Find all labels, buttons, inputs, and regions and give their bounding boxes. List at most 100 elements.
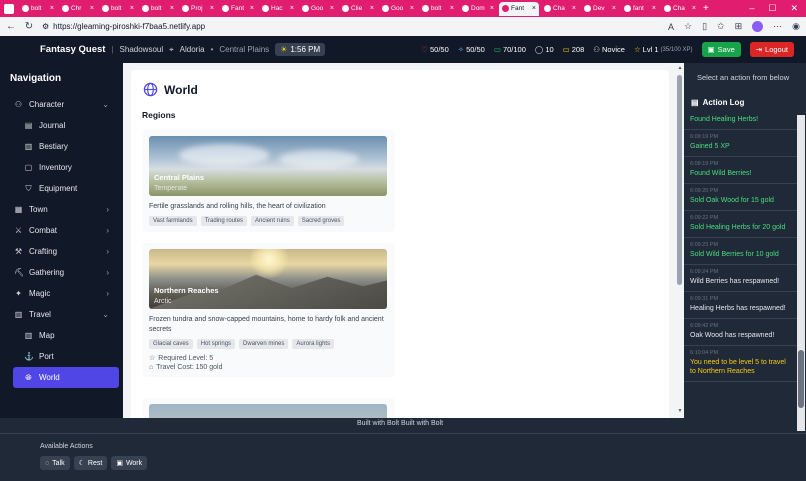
favorites-icon[interactable]: ✩ [717,21,725,32]
main-scrollbar[interactable]: ▲ ▼ [676,63,684,418]
scrollbar-thumb[interactable] [677,75,682,285]
tab-close-icon[interactable]: × [290,5,294,12]
navigation-sidebar: Navigation ⚇ Character ⌄ ▤ Journal ▥ Bes… [0,63,123,418]
browser-tab[interactable]: Proj × [179,2,217,16]
chevron-right-icon: › [106,247,109,256]
sidebar-item-magic[interactable]: ✦ Magic › [4,283,119,304]
browser-tab[interactable]: bolt × [19,2,57,16]
tab-close-icon[interactable]: × [572,5,576,12]
browser-tab[interactable]: Hac × [259,2,297,16]
minimize-icon[interactable]: – [749,3,754,14]
region-card-central-plains[interactable]: Central Plains Temperate Fertile grassla… [143,130,395,232]
sidebar-item-town[interactable]: ▦ Town › [4,199,119,220]
location-dot: • [210,45,214,54]
logout-button[interactable]: ⇥ Logout [749,42,794,57]
time-pill: ☀ 1:56 PM [275,43,326,56]
browser-tab[interactable]: Chr × [59,2,97,16]
reload-icon[interactable]: ↻ [24,21,34,32]
browser-tab[interactable]: fant × [621,2,659,16]
favorite-star-icon[interactable]: ☆ [684,21,692,32]
sidebar-item-journal[interactable]: ▤ Journal [4,115,119,136]
tab-label: bolt [151,5,162,12]
action-log-list[interactable]: Found Healing Herbs! 6:09:19 PM Gained 5 X… [684,113,798,431]
tab-close-icon[interactable]: × [90,5,94,12]
back-icon[interactable]: ← [6,21,16,32]
browser-tab[interactable]: Fant × [499,1,539,16]
log-time: 6:09:20 PM [690,188,719,194]
sidebar-item-crafting[interactable]: ⚒ Crafting › [4,241,119,262]
browser-tab-bar: bolt × Chr × bolt × bolt × Proj × Fant × Hac × Goo × Cli… [0,0,806,17]
log-scrollbar-thumb[interactable] [798,350,804,408]
browser-tab[interactable]: Goo × [299,2,337,16]
tab-close-icon[interactable]: × [370,5,374,12]
save-button[interactable]: ▣ Save [701,42,741,57]
sidebar-item-equipment[interactable]: ⛉ Equipment [4,178,119,199]
sidebar-item-inventory[interactable]: ▢ Inventory [4,157,119,178]
chevron-right-icon: › [106,268,109,277]
tab-label: Fant [231,5,245,12]
read-aloud-icon[interactable]: A [668,22,674,32]
tab-favicon-icon [102,5,109,12]
browser-tab[interactable]: Goo × [379,2,417,16]
tab-close-icon[interactable]: × [692,5,696,12]
sidebar-item-map[interactable]: ▥ Map [4,325,119,346]
sidebar-item-character[interactable]: ⚇ Character ⌄ [4,94,119,115]
tab-close-icon[interactable]: × [330,5,334,12]
pickaxe-icon: ⛏ [14,268,25,277]
browser-tab[interactable]: bolt × [139,2,177,16]
sidebar-item-bestiary[interactable]: ▥ Bestiary [4,136,119,157]
rest-button[interactable]: ☾ Rest [73,456,108,470]
browser-tab[interactable]: Dev × [581,2,619,16]
site-info-icon[interactable]: ⚙ [42,22,49,31]
work-button[interactable]: ▣ Work [111,456,148,470]
tab-close-icon[interactable]: × [170,5,174,12]
sidebar-item-world[interactable]: 🌐︎ World [13,367,119,388]
tab-close-icon[interactable]: × [50,5,54,12]
mana-value: 50/50 [466,45,485,54]
sidebar-item-combat[interactable]: ⚔ Combat › [4,220,119,241]
browser-tab[interactable]: bolt × [99,2,137,16]
profile-avatar[interactable] [752,21,764,32]
browser-tab[interactable]: Dom × [459,2,497,16]
tab-close-icon[interactable]: × [210,5,214,12]
url-field[interactable]: ⚙ https://gleaming-piroshki-f7baa5.netli… [42,20,660,34]
maximize-icon[interactable]: ☐ [768,3,776,14]
tab-label: Chr [71,5,82,12]
game-title: Fantasy Quest [40,44,106,55]
tab-close-icon[interactable]: × [490,5,494,12]
building-icon: ▦ [14,205,23,214]
tab-close-icon[interactable]: × [130,5,134,12]
tab-close-icon[interactable]: × [410,5,414,12]
browser-tab[interactable]: bolt × [419,2,457,16]
sidebar-item-gathering[interactable]: ⛏ Gathering › [4,262,119,283]
window-menu-icon[interactable] [4,3,14,14]
collections-icon[interactable]: ⊞ [735,21,743,32]
log-message: You need to be level 5 to travel to Nort… [690,359,786,375]
scroll-down-icon[interactable]: ▼ [676,408,684,414]
tab-close-icon[interactable]: × [612,5,616,12]
browser-tab[interactable]: Fant × [219,2,257,16]
region-climate: Temperate [154,185,188,192]
more-icon[interactable]: ⋯ [773,21,782,32]
new-tab-button[interactable]: + [703,3,709,14]
level-value: Lvl 1 [642,45,659,54]
sidebar-item-travel[interactable]: ▥ Travel ⌄ [4,304,119,325]
copilot-icon[interactable]: ◉ [792,21,800,32]
tab-close-icon[interactable]: × [250,5,254,12]
region-card-northern-reaches[interactable]: Northern Reaches Arctic Frozen tundra an… [143,243,395,377]
close-window-icon[interactable]: ✕ [790,3,798,14]
sidebar-item-port[interactable]: ⚓ Port [4,346,119,367]
tab-close-icon[interactable]: × [652,5,656,12]
tab-close-icon[interactable]: × [532,5,536,12]
browser-tab[interactable]: Clie × [339,2,377,16]
browser-tab[interactable]: Cha × [661,2,699,16]
tab-close-icon[interactable]: × [450,5,454,12]
log-scrollbar[interactable] [797,115,805,431]
region-card-partial[interactable] [143,398,395,418]
browser-tab[interactable]: Cha × [541,2,579,16]
split-screen-icon[interactable]: ▯ [702,21,707,32]
scroll-up-icon[interactable]: ▲ [676,65,684,71]
built-with-bolt-badge[interactable]: Built with Bolt Built with Bolt [357,420,443,427]
talk-button[interactable]: ◌ Talk [40,456,70,470]
action-buttons: ◌ Talk ☾ Rest ▣ Work [40,456,806,470]
